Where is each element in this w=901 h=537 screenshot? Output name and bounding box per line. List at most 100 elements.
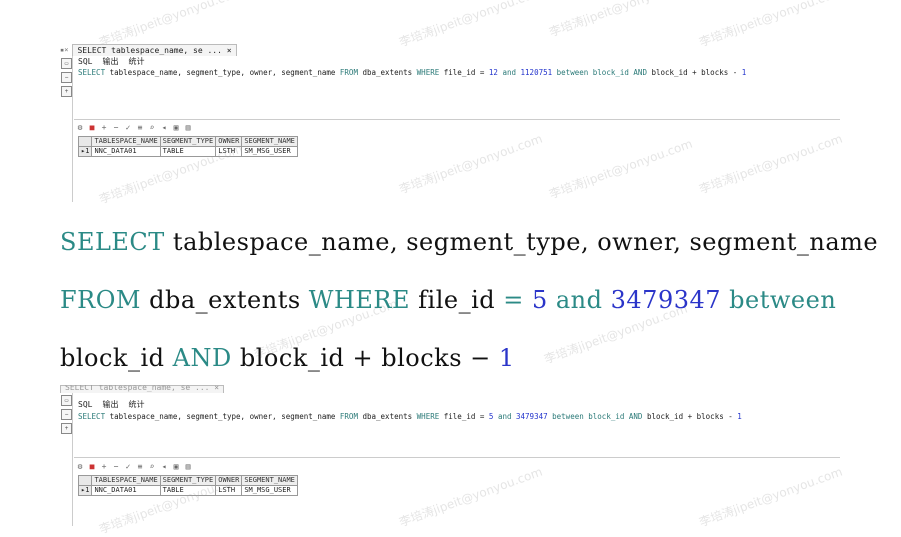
save-icon[interactable]: ▣ — [172, 462, 180, 471]
tab-stats[interactable]: 统计 — [128, 399, 144, 410]
sql-text: file_id = — [439, 68, 489, 77]
save-icon[interactable]: ▣ — [172, 123, 180, 132]
sql-text: block_id + blocks - — [646, 68, 742, 77]
expand-icon[interactable]: + — [61, 86, 72, 97]
column-header[interactable]: OWNER — [215, 475, 243, 486]
grid-corner — [77, 475, 93, 486]
table-cell[interactable]: NNC_DATA01 — [91, 485, 161, 496]
sql-keyword: AND — [172, 344, 232, 372]
sql-keyword: WHERE — [416, 68, 440, 77]
sql-keyword: and — [555, 286, 603, 314]
collapse-icon[interactable]: − — [61, 409, 72, 420]
tab-bar: SELECT tablespace_name, se ... × — [60, 385, 840, 393]
sql-keyword: AND — [633, 68, 647, 77]
sql-number: 3479347 — [602, 286, 730, 314]
editor-subtabs: SQL 输出 统计 — [78, 399, 840, 410]
tab-output[interactable]: 输出 — [102, 399, 118, 410]
sql-text: dba_extents — [140, 286, 309, 314]
first-record-icon[interactable]: ◂ — [160, 123, 168, 132]
column-header[interactable]: TABLESPACE_NAME — [91, 136, 161, 147]
column-header[interactable]: SEGMENT_TYPE — [159, 136, 217, 147]
sql-editor[interactable]: SELECT tablespace_name, segment_type, ow… — [78, 67, 840, 79]
table-cell[interactable]: SM_MSG_USER — [241, 146, 298, 157]
table-cell[interactable]: LSTH — [215, 146, 243, 157]
column-header[interactable]: OWNER — [215, 136, 243, 147]
add-row-icon[interactable]: + — [100, 462, 108, 471]
chart-icon[interactable]: ▥ — [184, 462, 192, 471]
sql-keyword: and — [493, 412, 517, 421]
sql-line-1: SELECT tablespace_name, segment_type, ow… — [60, 228, 878, 256]
sql-keyword: FROM — [339, 68, 358, 77]
tab-output[interactable]: 输出 — [102, 56, 118, 67]
find-icon[interactable]: ⌕ — [148, 462, 156, 471]
sql-text: block_id — [60, 344, 173, 372]
column-header[interactable]: SEGMENT_NAME — [241, 475, 298, 486]
column-header[interactable]: TABLESPACE_NAME — [91, 475, 161, 486]
find-icon[interactable]: ⌕ — [148, 123, 156, 132]
table-row[interactable]: ▸1 NNC_DATA01 TABLE LSTH SM_MSG_USER — [77, 146, 298, 157]
lock-icon[interactable]: ■ — [88, 123, 96, 132]
window-controls-icon[interactable]: ▪× — [60, 46, 68, 54]
commit-icon[interactable]: ✓ — [124, 462, 132, 471]
lock-icon[interactable]: ■ — [88, 462, 96, 471]
row-number[interactable]: ▸1 — [77, 146, 93, 157]
collapse-icon[interactable]: − — [61, 72, 72, 83]
sql-keyword: SELECT — [78, 412, 106, 421]
add-row-icon[interactable]: + — [100, 123, 108, 132]
result-toolbar: ⚙ ■ + − ✓ ≡ ⌕ ◂ ▣ ▥ — [76, 122, 192, 133]
sql-keyword: between block_id — [552, 68, 634, 77]
delete-row-icon[interactable]: − — [112, 462, 120, 471]
sql-text: tablespace_name, segment_type, owner, se… — [105, 412, 340, 421]
sql-text: block_id + blocks − — [231, 344, 499, 372]
result-grid: TABLESPACE_NAME SEGMENT_TYPE OWNER SEGME… — [77, 136, 298, 157]
tab-sql[interactable]: SQL — [78, 399, 92, 410]
sql-number: 12 — [488, 68, 498, 77]
tab-sql[interactable]: SQL — [78, 56, 92, 67]
sql-keyword: between — [729, 286, 837, 314]
sql-keyword: SELECT — [60, 228, 165, 256]
column-header[interactable]: SEGMENT_NAME — [241, 136, 298, 147]
sql-editor[interactable]: SELECT tablespace_name, segment_type, ow… — [78, 411, 840, 423]
table-cell[interactable]: TABLE — [159, 146, 217, 157]
filter-icon[interactable]: ≡ — [136, 123, 144, 132]
bottom-sql-window: ▭ − + SELECT tablespace_name, se ... × S… — [60, 385, 840, 526]
divider — [74, 119, 840, 120]
tab-select-query[interactable]: SELECT tablespace_name, se ... × — [60, 385, 225, 393]
left-gutter: ▭ − + — [60, 393, 73, 526]
delete-row-icon[interactable]: − — [112, 123, 120, 132]
watermark: 李培涛jipeit@yonyou.com — [547, 0, 695, 40]
table-cell[interactable]: TABLE — [159, 485, 217, 496]
result-toolbar: ⚙ ■ + − ✓ ≡ ⌕ ◂ ▣ ▥ — [76, 461, 192, 472]
sql-text: dba_extents — [357, 68, 417, 77]
table-row[interactable]: ▸1 NNC_DATA01 TABLE LSTH SM_MSG_USER — [77, 485, 298, 496]
watermark: 李培涛jipeit@yonyou.com — [397, 0, 545, 50]
sql-text: file_id — [410, 286, 504, 314]
watermark: 李培涛jipeit@yonyou.com — [97, 0, 245, 50]
sql-number: 5 — [523, 286, 556, 314]
gear-icon[interactable]: ⚙ — [76, 123, 84, 132]
expand-icon[interactable]: + — [61, 423, 72, 434]
commit-icon[interactable]: ✓ — [124, 123, 132, 132]
sql-keyword: between block_id — [547, 412, 629, 421]
sql-line-3: block_id AND block_id + blocks − 1 — [60, 344, 515, 372]
gear-icon[interactable]: ⚙ — [76, 462, 84, 471]
tab-stats[interactable]: 统计 — [128, 56, 144, 67]
table-cell[interactable]: NNC_DATA01 — [91, 146, 161, 157]
tab-select-query[interactable]: SELECT tablespace_name, se ... × — [72, 44, 237, 56]
watermark: 李培涛jipeit@yonyou.com — [697, 0, 845, 50]
top-sql-window: ▭ − + ▪× SELECT tablespace_name, se ... … — [60, 44, 840, 202]
sql-keyword: WHERE — [416, 412, 440, 421]
table-cell[interactable]: LSTH — [215, 485, 243, 496]
filter-icon[interactable]: ≡ — [136, 462, 144, 471]
editor-icon[interactable]: ▭ — [61, 58, 72, 69]
chart-icon[interactable]: ▥ — [184, 123, 192, 132]
row-number[interactable]: ▸1 — [77, 485, 93, 496]
large-sql-text: SELECT tablespace_name, segment_type, ow… — [60, 228, 878, 372]
sql-text: tablespace_name, segment_type, owner, se… — [164, 228, 879, 256]
sql-keyword: and — [497, 68, 521, 77]
table-cell[interactable]: SM_MSG_USER — [241, 485, 298, 496]
editor-icon[interactable]: ▭ — [61, 395, 72, 406]
column-header[interactable]: SEGMENT_TYPE — [159, 475, 217, 486]
first-record-icon[interactable]: ◂ — [160, 462, 168, 471]
sql-text: dba_extents — [357, 412, 417, 421]
